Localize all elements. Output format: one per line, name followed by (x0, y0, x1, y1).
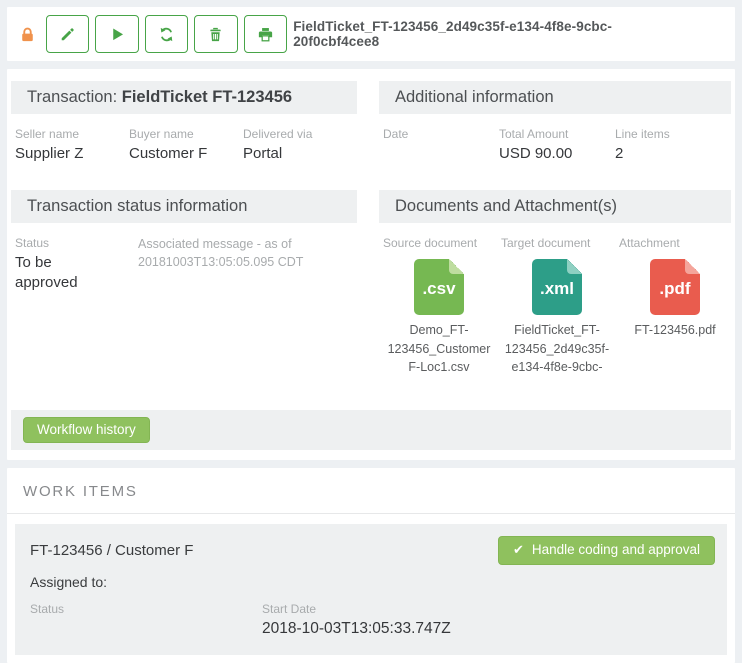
field-delivered-via: Delivered via Portal (243, 126, 357, 164)
additional-information-header: Additional information (379, 81, 731, 114)
source-document: Source document .csv Demo_FT-123456_Cust… (383, 235, 495, 376)
status-information-section: Transaction status information Status To… (11, 190, 357, 376)
additional-information-section: Additional information Date Total Amount… (379, 81, 731, 164)
transaction-detail-panel: Transaction: FieldTicket FT-123456 Selle… (7, 69, 735, 460)
run-button[interactable] (95, 15, 138, 53)
workflow-bar: Workflow history (11, 410, 731, 450)
refresh-button[interactable] (145, 15, 188, 53)
field-total-amount: Total Amount USD 90.00 (499, 126, 615, 164)
work-items-panel: WORK ITEMS FT-123456 / Customer F ✔ Hand… (7, 468, 735, 663)
documents-section: Documents and Attachment(s) Source docum… (379, 190, 731, 376)
handle-coding-approval-button[interactable]: ✔ Handle coding and approval (498, 536, 715, 565)
work-items-title: WORK ITEMS (7, 468, 735, 514)
assigned-to: Assigned to: (30, 574, 715, 590)
workflow-history-button[interactable]: Workflow history (23, 417, 150, 443)
field-associated-message: Associated message - as of 20181003T13:0… (138, 235, 357, 292)
csv-file-icon[interactable]: .csv (414, 259, 464, 315)
work-item-card: FT-123456 / Customer F ✔ Handle coding a… (15, 524, 727, 655)
pdf-file-icon[interactable]: .pdf (650, 259, 700, 315)
print-icon (257, 26, 274, 43)
document-title: FieldTicket_FT-123456_2d49c35f-e134-4f8e… (293, 19, 693, 49)
trash-icon (207, 26, 224, 43)
source-document-filename: Demo_FT-123456_Customer F-Loc1.csv (383, 321, 495, 375)
handle-coding-approval-label: Handle coding and approval (532, 542, 700, 557)
field-status: Status To be approved (15, 235, 138, 292)
transaction-section-header: Transaction: FieldTicket FT-123456 (11, 81, 357, 114)
field-date: Date (383, 126, 499, 164)
lock-icon (19, 24, 37, 44)
field-line-items: Line items 2 (615, 126, 731, 164)
play-icon (109, 26, 126, 43)
attachment-filename: FT-123456.pdf (619, 321, 731, 339)
field-seller-name: Seller name Supplier Z (15, 126, 129, 164)
print-button[interactable] (244, 15, 287, 53)
edit-button[interactable] (46, 15, 89, 53)
field-buyer-name: Buyer name Customer F (129, 126, 243, 164)
work-item-name: FT-123456 / Customer F (30, 542, 193, 559)
attachment-document: Attachment .pdf FT-123456.pdf (619, 235, 731, 376)
transaction-section: Transaction: FieldTicket FT-123456 Selle… (11, 81, 357, 164)
pencil-icon (59, 26, 76, 43)
check-icon: ✔ (513, 542, 524, 558)
work-item-start-date-field: Start Date 2018-10-03T13:05:33.747Z (262, 601, 715, 639)
target-document-filename: FieldTicket_FT-123456_2d49c35f-e134-4f8e… (501, 321, 613, 375)
xml-file-icon[interactable]: .xml (532, 259, 582, 315)
delete-button[interactable] (194, 15, 237, 53)
toolbar: FieldTicket_FT-123456_2d49c35f-e134-4f8e… (7, 7, 735, 61)
documents-header: Documents and Attachment(s) (379, 190, 731, 223)
work-item-status-field: Status (30, 601, 262, 639)
target-document: Target document .xml FieldTicket_FT-1234… (501, 235, 613, 376)
refresh-icon (158, 26, 175, 43)
status-information-header: Transaction status information (11, 190, 357, 223)
transaction-id: FieldTicket FT-123456 (122, 88, 292, 106)
